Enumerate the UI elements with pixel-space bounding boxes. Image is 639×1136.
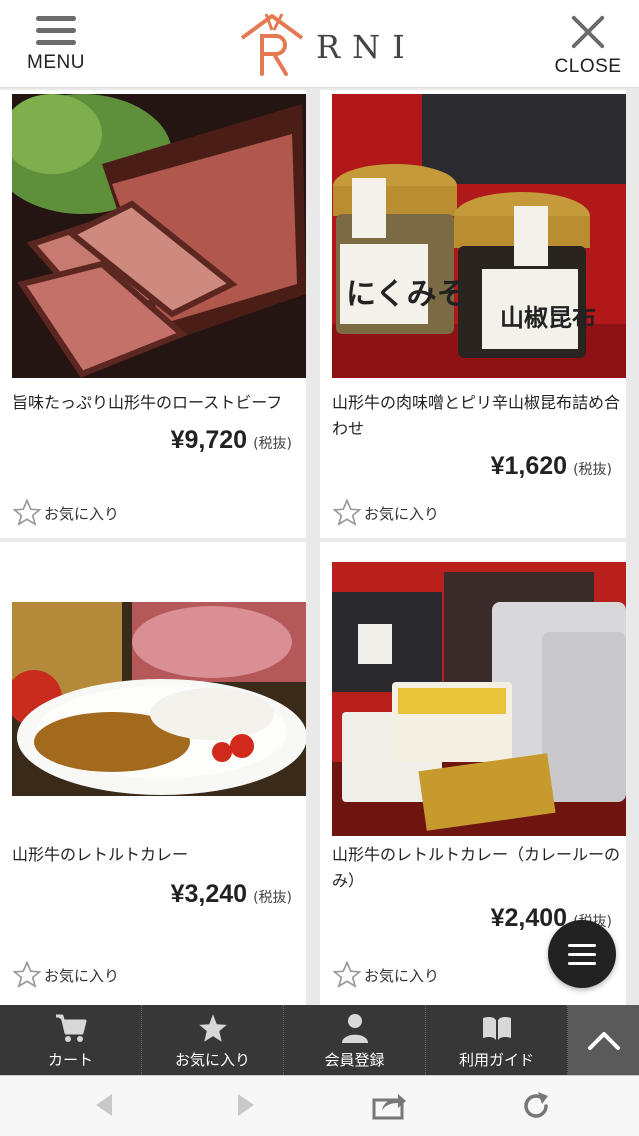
- menu-label: MENU: [27, 52, 85, 73]
- product-image-retort-curry[interactable]: [12, 602, 306, 796]
- star-outline-icon: [332, 960, 362, 989]
- favorite-label: お気に入り: [364, 504, 440, 523]
- close-label: CLOSE: [554, 56, 622, 77]
- favorite-button[interactable]: お気に入り: [12, 498, 119, 528]
- price-row: ¥1,620 (税抜): [491, 452, 612, 481]
- back-button[interactable]: [92, 1090, 116, 1124]
- favorite-button[interactable]: お気に入り: [12, 960, 119, 990]
- product-grid: 旨味たっぷり山形牛のローストビーフ ¥9,720 (税抜) お気に入り にくみそ…: [0, 90, 639, 1005]
- menu-button[interactable]: MENU: [18, 10, 94, 80]
- product-name[interactable]: 旨味たっぷり山形牛のローストビーフ: [12, 390, 304, 416]
- chevron-up-icon: [587, 1032, 620, 1050]
- favorite-label: お気に入り: [364, 966, 440, 985]
- product-image-miso-konbu[interactable]: にくみそ 山椒昆布: [332, 94, 626, 378]
- product-name[interactable]: 山形牛の肉味噌とピリ辛山椒昆布詰め合わせ: [332, 390, 624, 442]
- star-outline-icon: [12, 960, 42, 989]
- share-button[interactable]: [372, 1090, 408, 1124]
- forward-icon: [238, 1094, 254, 1116]
- scroll-top-button[interactable]: [568, 1005, 639, 1075]
- tab-label: 利用ガイド: [458, 1051, 534, 1069]
- browser-toolbar: [0, 1075, 639, 1136]
- favorite-button[interactable]: お気に入り: [332, 960, 439, 990]
- tab-register[interactable]: 会員登録: [284, 1005, 426, 1075]
- reload-button[interactable]: [520, 1090, 552, 1126]
- bottom-tab-bar: カート お気に入り 会員登録 利用ガイド: [0, 1005, 639, 1075]
- product-price: ¥9,720: [170, 426, 248, 454]
- product-name[interactable]: 山形牛のレトルトカレー: [12, 842, 304, 868]
- hamburger-icon: [36, 16, 76, 45]
- tab-label: カート: [47, 1051, 93, 1069]
- site-logo[interactable]: RNI: [236, 8, 416, 80]
- share-icon: [372, 1094, 406, 1120]
- tax-note: (税抜): [573, 462, 612, 478]
- forward-button[interactable]: [234, 1090, 258, 1124]
- tab-label: お気に入り: [174, 1051, 250, 1069]
- tab-label: 会員登録: [324, 1051, 385, 1069]
- product-card[interactable]: 旨味たっぷり山形牛のローストビーフ ¥9,720 (税抜) お気に入り: [0, 90, 306, 538]
- favorite-button[interactable]: お気に入り: [332, 498, 439, 528]
- user-icon: [341, 1014, 368, 1043]
- floating-menu-button[interactable]: [548, 920, 616, 988]
- tab-favorites[interactable]: お気に入り: [142, 1005, 284, 1075]
- tax-note: (税抜): [253, 890, 292, 906]
- close-icon: [568, 12, 608, 52]
- reload-icon: [524, 1092, 548, 1118]
- site-header: MENU RNI CLOSE: [0, 0, 639, 88]
- product-card[interactable]: 山形牛のレトルトカレー ¥3,240 (税抜) お気に入り: [0, 542, 306, 1005]
- product-price: ¥3,240: [170, 880, 248, 908]
- star-icon: [198, 1014, 227, 1042]
- logo-mark-icon: [240, 13, 304, 76]
- price-row: ¥3,240 (税抜): [171, 880, 292, 909]
- favorite-label: お気に入り: [44, 966, 120, 985]
- favorite-label: お気に入り: [44, 504, 120, 523]
- product-card[interactable]: にくみそ 山椒昆布 山形牛の肉味噌とピリ辛山椒昆布詰め合わせ ¥1,620 (税抜…: [320, 90, 626, 538]
- product-name[interactable]: 山形牛のレトルトカレー（カレールーのみ）: [332, 842, 624, 894]
- tax-note: (税抜): [253, 436, 292, 452]
- tab-guide[interactable]: 利用ガイド: [426, 1005, 568, 1075]
- product-price: ¥1,620: [490, 452, 568, 480]
- book-icon: [482, 1016, 511, 1040]
- back-icon: [96, 1094, 112, 1116]
- close-button[interactable]: CLOSE: [548, 10, 628, 80]
- product-image-roast-beef[interactable]: [12, 94, 306, 378]
- star-outline-icon: [12, 498, 42, 527]
- product-price: ¥2,400: [490, 904, 568, 932]
- product-image-curry-roux[interactable]: [332, 562, 626, 836]
- tab-cart[interactable]: カート: [0, 1005, 142, 1075]
- logo-text: RNI: [316, 28, 417, 66]
- star-outline-icon: [332, 498, 362, 527]
- jar-label-miso: にくみそ: [346, 277, 467, 312]
- cart-icon: [55, 1014, 86, 1042]
- price-row: ¥9,720 (税抜): [171, 426, 292, 455]
- jar-label-konbu: 山椒昆布: [500, 303, 596, 332]
